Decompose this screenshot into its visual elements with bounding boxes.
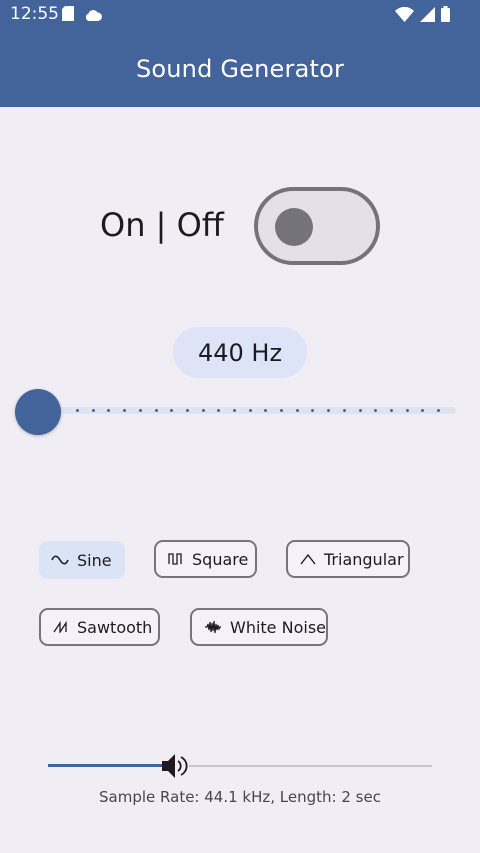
volume-track-active[interactable] — [48, 764, 163, 767]
chip-label: Triangular — [324, 549, 404, 569]
power-switch[interactable] — [254, 187, 380, 265]
chip-white-noise[interactable]: White Noise — [190, 608, 328, 646]
wifi-icon — [395, 6, 414, 26]
battery-icon — [441, 6, 450, 26]
triangle-wave-icon — [300, 552, 316, 566]
frequency-tick — [155, 409, 158, 412]
frequency-tick — [374, 409, 377, 412]
chip-label: Sawtooth — [77, 617, 153, 637]
sd-card-icon — [62, 6, 74, 25]
frequency-tick — [139, 409, 142, 412]
chip-sine[interactable]: Sine — [39, 541, 125, 579]
switch-thumb[interactable] — [275, 208, 313, 246]
status-bar: 12:55 — [0, 0, 480, 30]
volume-slider[interactable] — [48, 746, 432, 786]
frequency-tick-marks — [0, 409, 480, 413]
frequency-tick — [202, 409, 205, 412]
frequency-tick — [390, 409, 393, 412]
speaker-icon — [160, 754, 190, 786]
chip-sawtooth[interactable]: Sawtooth — [39, 608, 160, 646]
chip-label: White Noise — [230, 617, 326, 637]
frequency-value: 440 Hz — [173, 327, 307, 378]
frequency-tick — [406, 409, 409, 412]
cell-signal-icon — [420, 6, 435, 26]
chip-label: Square — [192, 549, 249, 569]
frequency-tick — [280, 409, 283, 412]
frequency-slider[interactable] — [0, 380, 480, 440]
noise-wave-icon — [204, 620, 222, 634]
frequency-tick — [437, 409, 440, 412]
frequency-slider-thumb[interactable] — [15, 389, 61, 435]
frequency-tick — [123, 409, 126, 412]
sine-wave-icon — [51, 553, 69, 567]
power-label: On | Off — [100, 206, 224, 244]
frequency-tick — [327, 409, 330, 412]
volume-slider-thumb[interactable] — [160, 750, 190, 782]
frequency-tick — [359, 409, 362, 412]
frequency-tick — [421, 409, 424, 412]
frequency-tick — [343, 409, 346, 412]
frequency-tick — [296, 409, 299, 412]
frequency-tick — [76, 409, 79, 412]
cloud-icon — [84, 6, 102, 25]
app-bar: Sound Generator — [0, 30, 480, 107]
chip-triangular[interactable]: Triangular — [286, 540, 410, 578]
frequency-tick — [217, 409, 220, 412]
app-title: Sound Generator — [135, 54, 345, 83]
frequency-tick — [249, 409, 252, 412]
frequency-tick — [264, 409, 267, 412]
frequency-tick — [92, 409, 95, 412]
sample-info: Sample Rate: 44.1 kHz, Length: 2 sec — [99, 788, 381, 806]
frequency-tick — [107, 409, 110, 412]
frequency-tick — [311, 409, 314, 412]
chip-label: Sine — [77, 550, 112, 570]
frequency-tick — [170, 409, 173, 412]
frequency-tick — [233, 409, 236, 412]
status-time: 12:55 — [10, 4, 59, 24]
sawtooth-wave-icon — [53, 620, 69, 634]
volume-track-inactive[interactable] — [189, 765, 432, 767]
frequency-tick — [186, 409, 189, 412]
square-wave-icon — [168, 552, 184, 566]
chip-square[interactable]: Square — [154, 540, 257, 578]
